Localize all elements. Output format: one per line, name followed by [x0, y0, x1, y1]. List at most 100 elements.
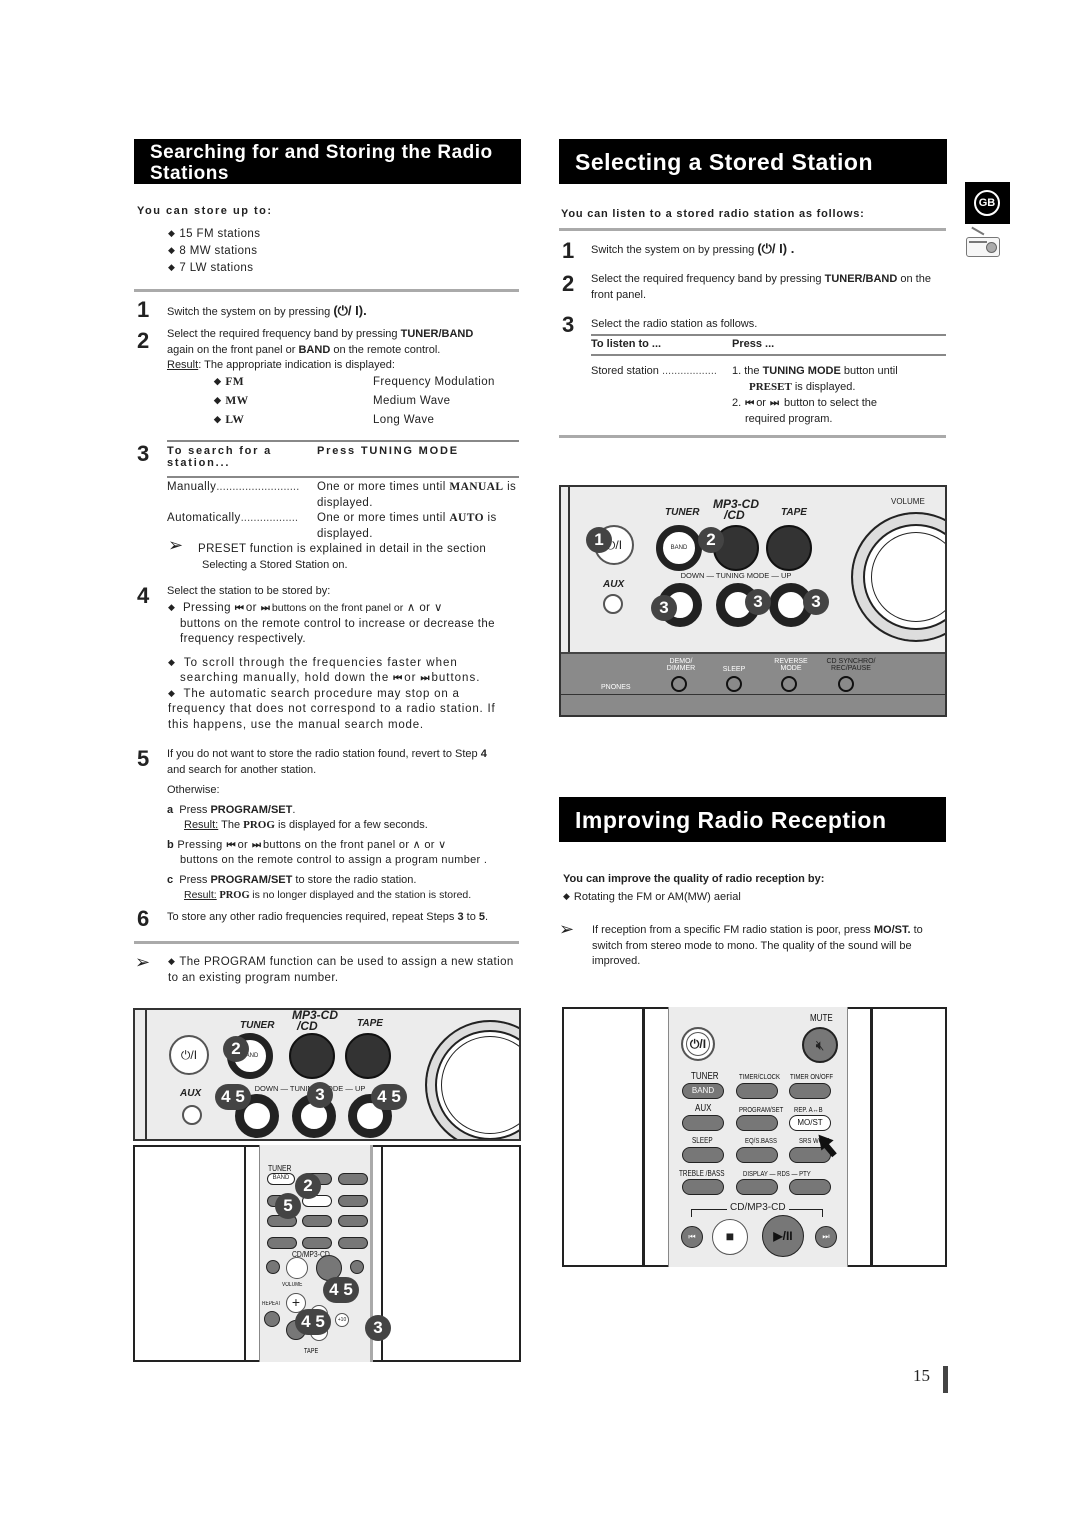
remote-repeat-label: REPEAT [262, 1301, 281, 1307]
down-chevron-icon: ∨ [438, 838, 447, 851]
skip-back-icon: ⏮ [745, 398, 754, 409]
most-label: MO/ST [797, 1118, 823, 1127]
step-text: Select the required frequency band by pr… [591, 272, 941, 303]
text: on the remote control. [330, 343, 441, 356]
remote-timer-onoff-button[interactable] [789, 1083, 831, 1099]
mode-label: Automatically [167, 512, 241, 524]
result-label: Result [167, 359, 199, 371]
frame-divider [244, 1147, 246, 1360]
text: 1. the [732, 365, 763, 377]
tape-button[interactable] [345, 1033, 391, 1079]
step-text: Switch the system on by pressing (⏻/ I). [167, 303, 367, 321]
callout-badge: 4 5 [371, 1084, 407, 1110]
remote-skip-forward-button[interactable]: ⏭ [815, 1226, 837, 1248]
band-name: Frequency Modulation [373, 376, 495, 388]
store-item: 8 MW stations [168, 244, 260, 260]
remote-illustration-frame: MUTE ⏻/I 🔇︎ TUNER TIMER/CLOCK TIMER ON/O… [562, 1007, 947, 1267]
remote-aux-label: AUX [695, 1103, 712, 1114]
volume-knob[interactable] [851, 512, 945, 642]
remote-skip-forward-button[interactable] [350, 1260, 364, 1274]
remote-aux-button[interactable] [682, 1115, 724, 1131]
remote-button[interactable] [267, 1237, 297, 1249]
frame-divider [870, 1009, 873, 1265]
col-header: To listen to ... [591, 338, 662, 350]
col-header: To search for a station... [167, 445, 273, 469]
text: 2. [732, 397, 742, 409]
action-cell: One or more times until AUTO is displaye… [317, 511, 519, 542]
remote-button[interactable] [338, 1173, 368, 1185]
tuner-band-button[interactable]: BAND [656, 525, 702, 571]
note-arrow-icon: ➢ [135, 952, 151, 972]
text-bold: TUNING MODE [762, 365, 841, 377]
remote-button[interactable] [302, 1215, 332, 1227]
text: or [237, 838, 248, 851]
remote-stop-button[interactable]: ■ [712, 1219, 748, 1255]
remote-play-pause-button[interactable]: ▶/II [762, 1215, 804, 1257]
tape-label: TAPE [357, 1018, 383, 1029]
text: One or more times until [317, 512, 450, 524]
demo-dimmer-button[interactable] [671, 676, 687, 692]
preset-note: PRESET function is explained in detail i… [198, 543, 487, 555]
remote-stop-button[interactable] [286, 1257, 308, 1279]
cd-synchro-button[interactable] [838, 676, 854, 692]
remote-timer-clock-button[interactable] [736, 1083, 778, 1099]
sub-step-letter: b [167, 838, 175, 851]
remote-band-button[interactable]: BAND [267, 1173, 295, 1185]
play-pause-button[interactable] [289, 1033, 335, 1079]
remote-eq-label: EQ/S.BASS [745, 1136, 778, 1145]
remote-skip-back-button[interactable]: ⏮ [681, 1226, 703, 1248]
down-label: DOWN [254, 1084, 279, 1093]
store-list: 15 FM stations 8 MW stations 7 LW statio… [168, 227, 260, 277]
remote-most-button[interactable] [338, 1195, 368, 1207]
lower-panel: DEMO/ DIMMER SLEEP REVERSE MODE CD SYNCH… [561, 652, 945, 715]
store-item: 15 FM stations [168, 227, 260, 243]
divider [559, 435, 946, 438]
band-row: MWMedium Wave [214, 394, 514, 413]
remote-display-button[interactable] [736, 1179, 778, 1195]
divider [167, 476, 519, 478]
bullet-item: The automatic search procedure may stop … [168, 687, 520, 734]
up-chevron-icon: ∧ [406, 602, 416, 614]
callout-badge: 5 [275, 1193, 301, 1219]
aux-jack [603, 594, 623, 614]
dot-leader: .................. [661, 365, 717, 377]
volume-knob[interactable] [425, 1020, 519, 1139]
step-number: 2 [562, 271, 575, 296]
tuning-mode-label: DOWN — TUNING MODE — UP [680, 571, 792, 580]
tuner-label: TUNER [665, 507, 700, 518]
remote-band-button[interactable]: BAND [682, 1083, 724, 1099]
callout-badge: 2 [295, 1173, 321, 1199]
remote-tuning-mode-button[interactable]: +10 [335, 1313, 349, 1327]
remote-treble-button[interactable] [682, 1179, 724, 1195]
remote-program-set-button[interactable] [736, 1115, 778, 1131]
remote-skip-back-button[interactable] [266, 1260, 280, 1274]
tape-button[interactable] [766, 525, 812, 571]
power-button[interactable]: ⏻/I [169, 1035, 209, 1075]
remote-eq-button[interactable] [736, 1147, 778, 1163]
display-indicator: PROG [243, 819, 275, 831]
remote-sleep-button[interactable] [682, 1147, 724, 1163]
plus10-label: +10 [337, 1317, 347, 1323]
sleep-button[interactable] [726, 676, 742, 692]
remote-button[interactable] [338, 1237, 368, 1249]
remote-button[interactable] [302, 1237, 332, 1249]
remote-button[interactable] [338, 1215, 368, 1227]
text: or [419, 602, 431, 614]
remote-rep-label: REP. A↔B [794, 1105, 823, 1114]
text: To scroll through the frequencies faster… [183, 656, 458, 669]
remote-repeat-button[interactable] [264, 1311, 280, 1327]
reverse-mode-button[interactable] [781, 676, 797, 692]
section-title-searching: Searching for and Storing the Radio Stat… [134, 139, 521, 184]
callout-badge: 3 [803, 589, 829, 615]
display-indicator: PROG [216, 890, 253, 901]
remote-pty-button[interactable] [789, 1179, 831, 1195]
text: Switch the system on by pressing [591, 244, 755, 256]
volume-label: VOLUME [891, 497, 925, 506]
remote-mute-button[interactable]: 🔇︎ [802, 1027, 838, 1063]
cd-label: /CD [297, 1019, 318, 1033]
step-text: Switch the system on by pressing (⏻/ I) … [591, 241, 794, 259]
text: The [218, 819, 244, 831]
band-code: LW [214, 413, 373, 432]
power-label: ⏻/I [180, 1048, 198, 1062]
remote-power-button[interactable]: ⏻/I [681, 1027, 715, 1061]
